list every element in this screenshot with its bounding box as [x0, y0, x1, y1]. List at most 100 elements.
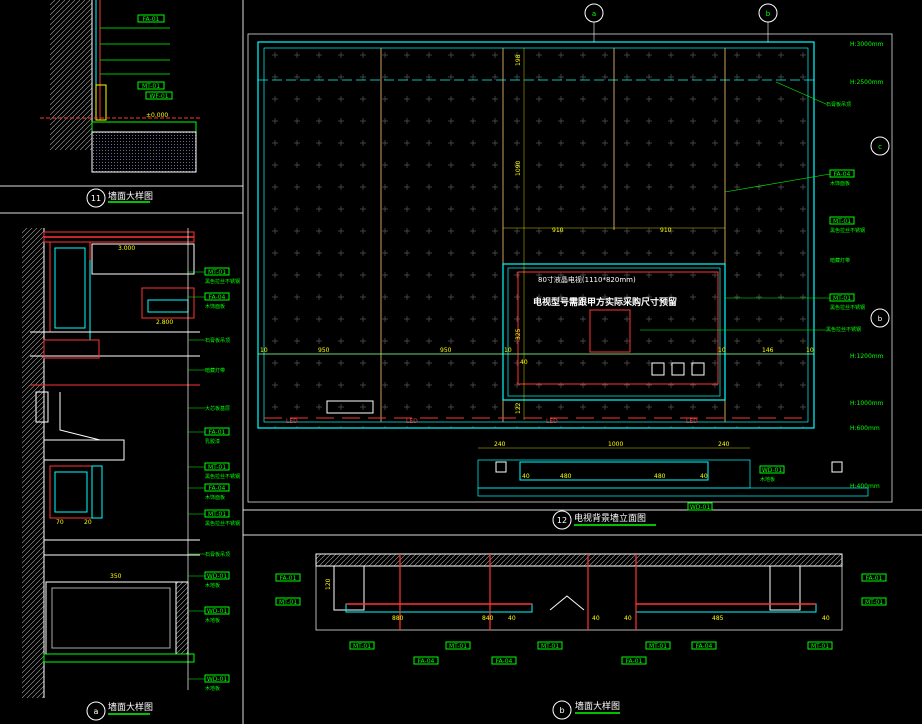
- dimension: 120: [325, 578, 332, 590]
- tag-code: WD-01: [762, 467, 783, 474]
- dimension: 70: [56, 519, 64, 526]
- tag-code: MT-01: [208, 464, 226, 471]
- dimension: 840: [482, 615, 494, 622]
- dimension: 240: [494, 441, 506, 448]
- tag-desc: 黑色拉丝不锈钢: [205, 473, 240, 480]
- tag-code: FA-04: [834, 171, 851, 178]
- detail-title: 墙面大样图: [575, 700, 620, 712]
- cad-drawing-canvas: FA-01 MT-01 WF-01 ±0.000 11 墙面大样图 3.000 …: [0, 0, 922, 724]
- dimension: 10: [806, 347, 814, 354]
- detail-b: 120 880 40 840 40 40 485 40 FA-01 MT-01 …: [275, 553, 887, 720]
- tag-code: WD-01: [207, 676, 228, 683]
- elevation-12: 80寸液晶电视(1110*820mm) 电视型号需跟甲方实际采购尺寸预留 LED…: [247, 3, 893, 530]
- tag-code: FA-04: [696, 643, 713, 650]
- section-marker-label: a: [592, 10, 596, 18]
- tag-code: FA-01: [866, 575, 883, 582]
- dimension: 10: [718, 347, 726, 354]
- tag-desc: 木地板: [205, 617, 220, 624]
- tag-code: MT-01: [353, 643, 371, 650]
- tag-desc: 木地板: [205, 685, 220, 692]
- dimension: 950: [318, 347, 330, 354]
- dimension: 40: [592, 615, 600, 622]
- tag-desc: 黑色拉丝不锈钢: [205, 520, 240, 527]
- tag-desc: 木饰面板: [830, 180, 850, 187]
- dimension: 10: [260, 347, 268, 354]
- tag-code: MT-01: [833, 218, 851, 225]
- dimension: 1090: [515, 161, 522, 176]
- dimension: 1000: [608, 441, 623, 448]
- section-marker-label: c: [878, 143, 882, 151]
- note: 暗藏灯带: [205, 367, 225, 374]
- level-mark: 2.800: [156, 319, 173, 326]
- height-level: H:1200mm: [850, 353, 884, 360]
- led-label: LED: [406, 418, 418, 425]
- tag-desc: 木地板: [760, 476, 775, 483]
- dimension: 10: [504, 347, 512, 354]
- tag-code: MT-01: [279, 599, 297, 606]
- dimension: 40: [822, 615, 830, 622]
- tag-desc: 黑色拉丝不锈钢: [205, 278, 240, 285]
- height-level: H:1000mm: [850, 400, 884, 407]
- tag-desc: 黑色拉丝不锈钢: [830, 227, 865, 234]
- note: 暗藏灯带: [830, 257, 850, 264]
- tag-code: FA-04: [209, 294, 226, 301]
- led-label: LED: [546, 418, 558, 425]
- led-label: LED: [286, 418, 298, 425]
- tag-code: MT-01: [649, 643, 667, 650]
- tag-desc: 木地板: [205, 582, 220, 589]
- tv-note: 电视型号需跟甲方实际采购尺寸预留: [533, 296, 677, 308]
- tag-code: MT-01: [208, 511, 226, 518]
- level-mark: ±0.000: [146, 112, 168, 119]
- dimension: 240: [718, 441, 730, 448]
- tag-code: MT-01: [811, 643, 829, 650]
- tag-code: WD-01: [207, 608, 228, 615]
- tag-code: FA-04: [496, 658, 513, 665]
- tag-code: MT-01: [142, 83, 160, 90]
- note: 大芯板基层: [205, 405, 230, 412]
- height-level: H:400mm: [850, 483, 880, 490]
- tag-code: FA-01: [209, 429, 226, 436]
- detail-number: 11: [91, 194, 101, 203]
- dimension: 480: [654, 473, 666, 480]
- section-marker-label: b: [878, 315, 883, 323]
- detail-11: FA-01 MT-01 WF-01 ±0.000 11 墙面大样图: [40, 0, 200, 208]
- tag-code: MT-01: [208, 269, 226, 276]
- dimension: 198: [515, 54, 522, 66]
- tag-desc: 黑色拉丝不锈钢: [826, 326, 861, 333]
- detail-title: 墙面大样图: [108, 701, 153, 713]
- dimension: 40: [522, 473, 530, 480]
- dimension: 20: [84, 519, 92, 526]
- tag-desc: 乳胶漆: [205, 438, 220, 445]
- drawing-number: 12: [557, 516, 567, 525]
- tag-code: FA-04: [209, 485, 226, 492]
- detail-marker: a: [94, 707, 99, 716]
- dimension: 325: [515, 328, 522, 340]
- tag-desc: 木饰面板: [205, 494, 225, 501]
- dimension: 880: [392, 615, 404, 622]
- tag-desc: 黑色拉丝不锈钢: [830, 304, 865, 311]
- tag-code: MT-01: [833, 295, 851, 302]
- tag-code: WF-01: [149, 93, 168, 100]
- tag-desc: 木饰面板: [205, 303, 225, 310]
- dimension: 146: [762, 347, 774, 354]
- drawing-title: 电视背景墙立面图: [574, 512, 646, 524]
- height-level: H:2500mm: [850, 79, 884, 86]
- detail-a: 3.000 2.800 350 70 20 MT-01 黑色拉丝不锈钢 FA-0…: [22, 228, 240, 721]
- tag-code: FA-01: [143, 16, 160, 23]
- led-label: LED: [686, 418, 698, 425]
- tag-code: MT-01: [541, 643, 559, 650]
- dimension: 480: [560, 473, 572, 480]
- tv-size-label: 80寸液晶电视(1110*820mm): [538, 275, 636, 284]
- detail-title: 墙面大样图: [108, 190, 153, 202]
- dimension: 40: [624, 615, 632, 622]
- dimension: 40: [700, 473, 708, 480]
- dimension: 485: [712, 615, 724, 622]
- dimension: 950: [440, 347, 452, 354]
- tag-code: FA-04: [418, 658, 435, 665]
- height-level: H:3000mm: [850, 41, 884, 48]
- dimension: 122: [515, 402, 522, 414]
- detail-marker: b: [559, 706, 564, 715]
- note: 石膏板吊顶: [826, 101, 851, 108]
- level-mark: 3.000: [118, 245, 135, 252]
- tag-code: FA-01: [280, 575, 297, 582]
